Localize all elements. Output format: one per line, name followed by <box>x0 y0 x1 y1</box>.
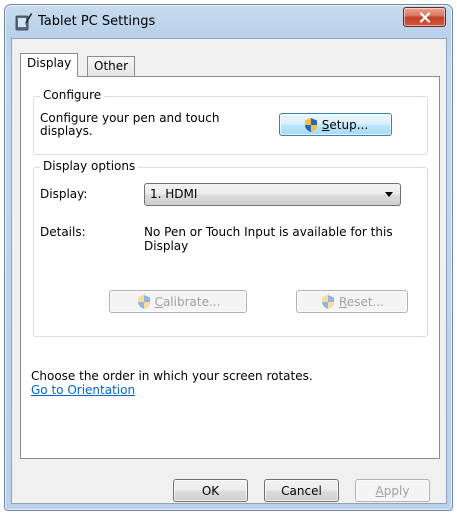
window-title: Tablet PC Settings <box>38 14 156 29</box>
reset-label: eset... <box>346 294 384 309</box>
calibrate-mnemonic: C <box>154 294 163 309</box>
title-bar[interactable]: Tablet PC Settings <box>5 5 452 37</box>
dialog-client-area: Display Other Configure Configure your p… <box>11 38 447 504</box>
uac-shield-icon <box>322 294 334 309</box>
display-label: Display: <box>40 187 88 201</box>
tab-other[interactable]: Other <box>87 56 136 77</box>
apply-button[interactable]: Apply <box>355 479 430 502</box>
display-tab-panel: Configure Configure your pen and touch d… <box>20 76 440 459</box>
configure-group-title: Configure <box>40 88 105 102</box>
configure-group: Configure Configure your pen and touch d… <box>33 88 428 155</box>
tablet-pc-icon <box>15 13 33 31</box>
display-options-group: Display options Display: 1. HDMI Details… <box>33 159 428 337</box>
apply-label: pply <box>383 483 410 498</box>
close-button[interactable] <box>403 7 446 27</box>
uac-shield-icon <box>137 294 150 309</box>
setup-label: etup... <box>329 117 369 132</box>
details-text-line1: No Pen or Touch Input is available for t… <box>144 225 393 239</box>
calibrate-button[interactable]: Calibrate... <box>109 290 247 313</box>
cancel-button[interactable]: Cancel <box>264 479 339 502</box>
display-options-group-title: Display options <box>40 159 139 173</box>
details-label: Details: <box>40 225 86 239</box>
tab-display[interactable]: Display <box>20 53 79 77</box>
close-icon <box>419 11 430 23</box>
details-text-line2: Display <box>144 239 189 253</box>
orientation-description: Choose the order in which your screen ro… <box>31 369 313 383</box>
display-select-value: 1. HDMI <box>150 187 198 201</box>
calibrate-label: alibrate... <box>162 294 221 309</box>
apply-mnemonic: A <box>375 483 384 498</box>
reset-button[interactable]: Reset... <box>296 290 408 313</box>
setup-button[interactable]: Setup... <box>279 113 392 136</box>
configure-description-line2: displays. <box>40 124 93 138</box>
configure-description-line1: Configure your pen and touch <box>40 111 220 125</box>
uac-shield-icon <box>304 117 317 132</box>
go-to-orientation-link[interactable]: Go to Orientation <box>31 383 135 397</box>
chevron-down-icon <box>385 192 393 197</box>
reset-mnemonic: R <box>339 294 347 309</box>
display-select[interactable]: 1. HDMI <box>144 183 401 206</box>
ok-button[interactable]: OK <box>173 479 248 502</box>
tablet-pc-settings-window: Tablet PC Settings Display Other Configu… <box>4 4 453 511</box>
